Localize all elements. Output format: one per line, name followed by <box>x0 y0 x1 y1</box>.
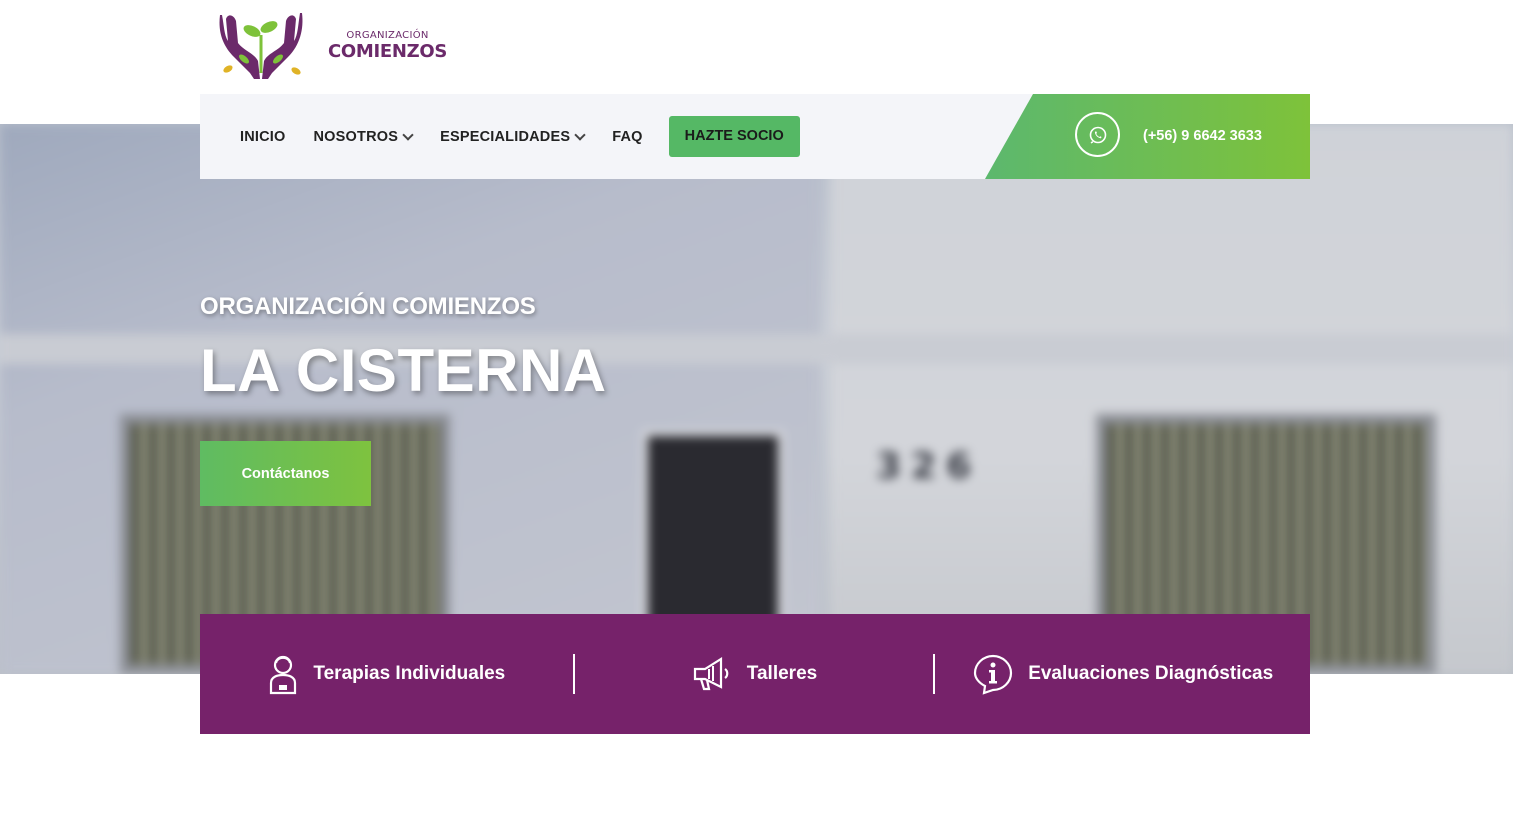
chevron-down-icon <box>402 128 414 141</box>
nav-item-label: ESPECIALIDADES <box>440 128 571 145</box>
nav-item-especialidades[interactable]: ESPECIALIDADES <box>440 128 586 145</box>
service-label: Talleres <box>746 663 818 684</box>
nav-item-inicio[interactable]: INICIO <box>240 129 286 145</box>
whatsapp-icon[interactable] <box>1075 112 1120 157</box>
main-navigation: INICIO NOSOTROS ESPECIALIDADES FAQ HAZTE… <box>200 94 1310 179</box>
chevron-down-icon <box>574 128 586 141</box>
contactanos-button[interactable]: Contáctanos <box>200 441 371 506</box>
logo-big-text: COMIENZOS <box>328 41 448 62</box>
phone-contact-band[interactable]: (+56) 9 6642 3633 <box>985 94 1310 179</box>
services-bar: Terapias Individuales Talleres Evaluacio… <box>200 614 1310 734</box>
service-label: Terapias Individuales <box>313 663 506 684</box>
person-icon <box>270 655 297 695</box>
hazte-socio-button[interactable]: HAZTE SOCIO <box>668 116 800 157</box>
hands-sprout-logo-icon <box>219 13 303 79</box>
house-number: 326 <box>876 446 982 487</box>
service-terapias-individuales[interactable]: Terapias Individuales <box>200 614 573 734</box>
info-icon <box>974 654 1013 695</box>
nav-item-label: NOSOTROS <box>313 128 399 145</box>
megaphone-icon <box>693 657 729 691</box>
site-logo[interactable]: ORGANIZACIÓN COMIENZOS <box>214 10 454 82</box>
hero-title: LA CISTERNA <box>200 337 607 404</box>
service-label: Evaluaciones Diagnósticas <box>1028 663 1274 684</box>
logo-wordmark: ORGANIZACIÓN COMIENZOS <box>328 30 447 62</box>
nav-item-faq[interactable]: FAQ <box>612 129 642 145</box>
nav-item-nosotros[interactable]: NOSOTROS <box>313 128 414 145</box>
nav-menu: INICIO NOSOTROS ESPECIALIDADES FAQ HAZTE… <box>240 94 800 179</box>
service-evaluaciones-diagnosticas[interactable]: Evaluaciones Diagnósticas <box>935 614 1310 734</box>
phone-number[interactable]: (+56) 9 6642 3633 <box>1143 94 1262 179</box>
nav-item-label: INICIO <box>240 128 286 145</box>
service-talleres[interactable]: Talleres <box>575 614 934 734</box>
hero-subtitle: ORGANIZACIÓN COMIENZOS <box>200 293 536 320</box>
nav-item-label: FAQ <box>612 128 643 145</box>
